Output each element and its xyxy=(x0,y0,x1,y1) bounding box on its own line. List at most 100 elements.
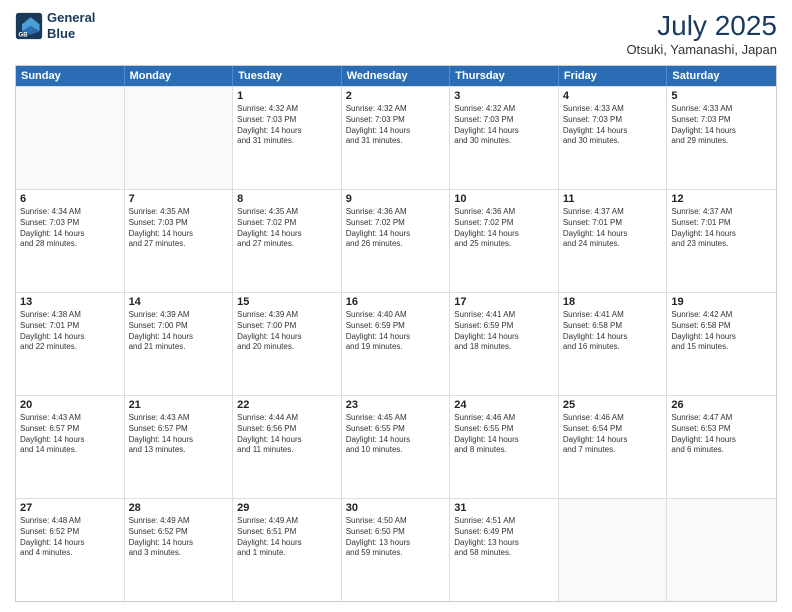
logo: GB General Blue xyxy=(15,10,95,41)
cell-info-line: and 20 minutes. xyxy=(237,342,337,353)
cell-info-line: and 4 minutes. xyxy=(20,548,120,559)
cell-info-line: Sunrise: 4:35 AM xyxy=(129,207,229,218)
calendar-cell: 29Sunrise: 4:49 AMSunset: 6:51 PMDayligh… xyxy=(233,499,342,601)
day-number: 20 xyxy=(20,399,120,411)
cell-info-line: and 24 minutes. xyxy=(563,239,663,250)
calendar-cell: 2Sunrise: 4:32 AMSunset: 7:03 PMDaylight… xyxy=(342,87,451,189)
cell-info-line: Daylight: 14 hours xyxy=(671,126,772,137)
cell-info-line: Sunset: 6:50 PM xyxy=(346,527,446,538)
location: Otsuki, Yamanashi, Japan xyxy=(626,42,777,57)
month-year: July 2025 xyxy=(626,10,777,42)
cell-info-line: Sunset: 6:54 PM xyxy=(563,424,663,435)
cell-info-line: Sunset: 7:02 PM xyxy=(454,218,554,229)
cell-info-line: Sunrise: 4:44 AM xyxy=(237,413,337,424)
cell-info-line: and 15 minutes. xyxy=(671,342,772,353)
calendar-cell: 1Sunrise: 4:32 AMSunset: 7:03 PMDaylight… xyxy=(233,87,342,189)
cell-info-line: Sunrise: 4:35 AM xyxy=(237,207,337,218)
cell-info-line: Sunset: 7:02 PM xyxy=(346,218,446,229)
cell-info-line: and 27 minutes. xyxy=(129,239,229,250)
cell-info-line: Sunrise: 4:43 AM xyxy=(129,413,229,424)
day-number: 10 xyxy=(454,193,554,205)
cell-info-line: Daylight: 14 hours xyxy=(129,332,229,343)
logo-text-line2: Blue xyxy=(47,26,95,42)
cell-info-line: Daylight: 14 hours xyxy=(20,332,120,343)
cell-info-line: and 6 minutes. xyxy=(671,445,772,456)
calendar-cell: 26Sunrise: 4:47 AMSunset: 6:53 PMDayligh… xyxy=(667,396,776,498)
calendar-cell xyxy=(559,499,668,601)
calendar: SundayMondayTuesdayWednesdayThursdayFrid… xyxy=(15,65,777,602)
cell-info-line: Sunset: 7:01 PM xyxy=(671,218,772,229)
calendar-row-1: 6Sunrise: 4:34 AMSunset: 7:03 PMDaylight… xyxy=(16,189,776,292)
cell-info-line: and 14 minutes. xyxy=(20,445,120,456)
cell-info-line: Sunset: 7:03 PM xyxy=(129,218,229,229)
calendar-cell: 19Sunrise: 4:42 AMSunset: 6:58 PMDayligh… xyxy=(667,293,776,395)
cell-info-line: Sunrise: 4:32 AM xyxy=(454,104,554,115)
day-number: 24 xyxy=(454,399,554,411)
cell-info-line: Sunrise: 4:37 AM xyxy=(563,207,663,218)
cell-info-line: Daylight: 14 hours xyxy=(20,538,120,549)
cell-info-line: Daylight: 14 hours xyxy=(129,538,229,549)
calendar-cell: 10Sunrise: 4:36 AMSunset: 7:02 PMDayligh… xyxy=(450,190,559,292)
cell-info-line: and 25 minutes. xyxy=(454,239,554,250)
cell-info-line: and 22 minutes. xyxy=(20,342,120,353)
cell-info-line: and 30 minutes. xyxy=(454,136,554,147)
cell-info-line: Sunset: 6:49 PM xyxy=(454,527,554,538)
header-day-saturday: Saturday xyxy=(667,66,776,86)
cell-info-line: Daylight: 14 hours xyxy=(454,126,554,137)
cell-info-line: Sunrise: 4:32 AM xyxy=(237,104,337,115)
calendar-body: 1Sunrise: 4:32 AMSunset: 7:03 PMDaylight… xyxy=(16,86,776,601)
day-number: 8 xyxy=(237,193,337,205)
calendar-cell: 15Sunrise: 4:39 AMSunset: 7:00 PMDayligh… xyxy=(233,293,342,395)
day-number: 27 xyxy=(20,502,120,514)
cell-info-line: and 23 minutes. xyxy=(671,239,772,250)
cell-info-line: Sunset: 7:01 PM xyxy=(563,218,663,229)
logo-icon: GB xyxy=(15,12,43,40)
cell-info-line: and 31 minutes. xyxy=(346,136,446,147)
header: GB General Blue July 2025 Otsuki, Yamana… xyxy=(15,10,777,57)
calendar-cell: 25Sunrise: 4:46 AMSunset: 6:54 PMDayligh… xyxy=(559,396,668,498)
cell-info-line: and 11 minutes. xyxy=(237,445,337,456)
calendar-header: SundayMondayTuesdayWednesdayThursdayFrid… xyxy=(16,66,776,86)
cell-info-line: and 1 minute. xyxy=(237,548,337,559)
calendar-cell: 17Sunrise: 4:41 AMSunset: 6:59 PMDayligh… xyxy=(450,293,559,395)
calendar-cell: 24Sunrise: 4:46 AMSunset: 6:55 PMDayligh… xyxy=(450,396,559,498)
cell-info-line: and 21 minutes. xyxy=(129,342,229,353)
day-number: 21 xyxy=(129,399,229,411)
cell-info-line: Sunrise: 4:49 AM xyxy=(129,516,229,527)
cell-info-line: and 7 minutes. xyxy=(563,445,663,456)
cell-info-line: Sunrise: 4:50 AM xyxy=(346,516,446,527)
cell-info-line: and 31 minutes. xyxy=(237,136,337,147)
calendar-cell: 8 Sunrise: 4:35 AMSunset: 7:02 PMDaylight… xyxy=(233,190,342,292)
header-day-sunday: Sunday xyxy=(16,66,125,86)
calendar-cell: 27Sunrise: 4:48 AMSunset: 6:52 PMDayligh… xyxy=(16,499,125,601)
cell-info-line: Sunrise: 4:42 AM xyxy=(671,310,772,321)
day-number: 7 xyxy=(129,193,229,205)
day-number: 29 xyxy=(237,502,337,514)
header-day-thursday: Thursday xyxy=(450,66,559,86)
cell-info-line: and 10 minutes. xyxy=(346,445,446,456)
cell-info-line: and 59 minutes. xyxy=(346,548,446,559)
cell-info-line: Sunrise: 4:40 AM xyxy=(346,310,446,321)
cell-info-line: and 16 minutes. xyxy=(563,342,663,353)
calendar-cell: 22Sunrise: 4:44 AMSunset: 6:56 PMDayligh… xyxy=(233,396,342,498)
day-number: 30 xyxy=(346,502,446,514)
day-number: 25 xyxy=(563,399,663,411)
day-number: 18 xyxy=(563,296,663,308)
cell-info-line: Daylight: 14 hours xyxy=(563,126,663,137)
day-number: 9 xyxy=(346,193,446,205)
calendar-cell: 30Sunrise: 4:50 AMSunset: 6:50 PMDayligh… xyxy=(342,499,451,601)
cell-info-line: Daylight: 14 hours xyxy=(237,435,337,446)
calendar-cell: 12Sunrise: 4:37 AMSunset: 7:01 PMDayligh… xyxy=(667,190,776,292)
calendar-cell: 11Sunrise: 4:37 AMSunset: 7:01 PMDayligh… xyxy=(559,190,668,292)
calendar-cell: 5Sunrise: 4:33 AMSunset: 7:03 PMDaylight… xyxy=(667,87,776,189)
cell-info-line: Daylight: 13 hours xyxy=(454,538,554,549)
header-day-monday: Monday xyxy=(125,66,234,86)
calendar-cell: 28Sunrise: 4:49 AMSunset: 6:52 PMDayligh… xyxy=(125,499,234,601)
day-number: 17 xyxy=(454,296,554,308)
day-number: 12 xyxy=(671,193,772,205)
cell-info-line: Sunrise: 4:33 AM xyxy=(671,104,772,115)
cell-info-line: Daylight: 14 hours xyxy=(454,332,554,343)
cell-info-line: Daylight: 14 hours xyxy=(237,229,337,240)
calendar-cell: 6Sunrise: 4:34 AMSunset: 7:03 PMDaylight… xyxy=(16,190,125,292)
cell-info-line: Sunset: 7:02 PM xyxy=(237,218,337,229)
